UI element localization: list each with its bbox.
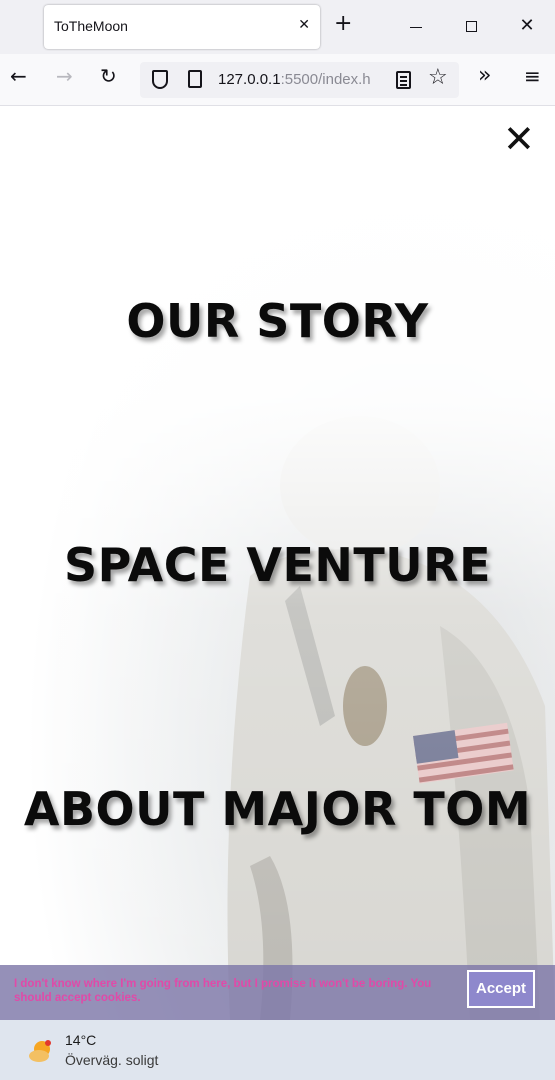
tab-strip: ToTheMoon ✕ + ✕ (0, 0, 555, 54)
accept-cookies-button[interactable]: Accept (467, 970, 535, 1008)
shield-icon[interactable] (152, 70, 168, 89)
minimize-button[interactable] (388, 0, 444, 54)
maximize-icon (466, 21, 477, 32)
reload-icon[interactable]: ↻ (100, 66, 117, 86)
reader-view-icon[interactable] (396, 71, 411, 89)
bookmark-star-icon[interactable]: ☆ (428, 67, 448, 89)
partly-sunny-icon[interactable] (28, 1038, 54, 1064)
nav-bar: ← → ↻ 127.0.0.1:5500/index.h ☆ » ≡ (0, 54, 555, 106)
page-info-icon[interactable] (188, 70, 202, 88)
minimize-icon (410, 27, 422, 28)
weather-condition[interactable]: Överväg. soligt (65, 1052, 158, 1068)
menu-link-space-venture[interactable]: SPACE VENTURE (0, 538, 555, 592)
overflow-chevrons-icon[interactable]: » (478, 65, 491, 87)
close-window-button[interactable]: ✕ (499, 0, 555, 54)
close-window-icon: ✕ (519, 15, 535, 36)
cookie-message: I don't know where I'm going from here, … (14, 978, 432, 1004)
page-viewport: ✕ OUR STORY SPACE VENTURE ABOUT MAJOR TO… (0, 106, 555, 1020)
maximize-button[interactable] (444, 0, 500, 54)
back-icon[interactable]: ← (10, 66, 27, 86)
tab-title: ToTheMoon (54, 18, 128, 34)
url-host: 127.0.0.1 (218, 71, 281, 88)
url-text[interactable]: 127.0.0.1:5500/index.h (218, 71, 371, 88)
url-bar[interactable]: 127.0.0.1:5500/index.h ☆ (140, 62, 459, 98)
close-menu-icon[interactable]: ✕ (503, 120, 535, 158)
menu-link-our-story[interactable]: OUR STORY (0, 294, 555, 348)
menu-link-about-major-tom[interactable]: ABOUT MAJOR TOM (0, 782, 555, 836)
taskbar: 14°C Överväg. soligt (0, 1020, 555, 1080)
tab-close-icon[interactable]: ✕ (298, 17, 310, 33)
forward-icon[interactable]: → (56, 66, 73, 86)
weather-temperature[interactable]: 14°C (65, 1032, 96, 1048)
app-menu-icon[interactable]: ≡ (524, 66, 541, 86)
url-path: :5500/index.h (280, 71, 371, 88)
cookie-banner: I don't know where I'm going from here, … (0, 965, 555, 1020)
browser-tab[interactable]: ToTheMoon ✕ (44, 5, 320, 49)
new-tab-icon[interactable]: + (334, 13, 352, 35)
